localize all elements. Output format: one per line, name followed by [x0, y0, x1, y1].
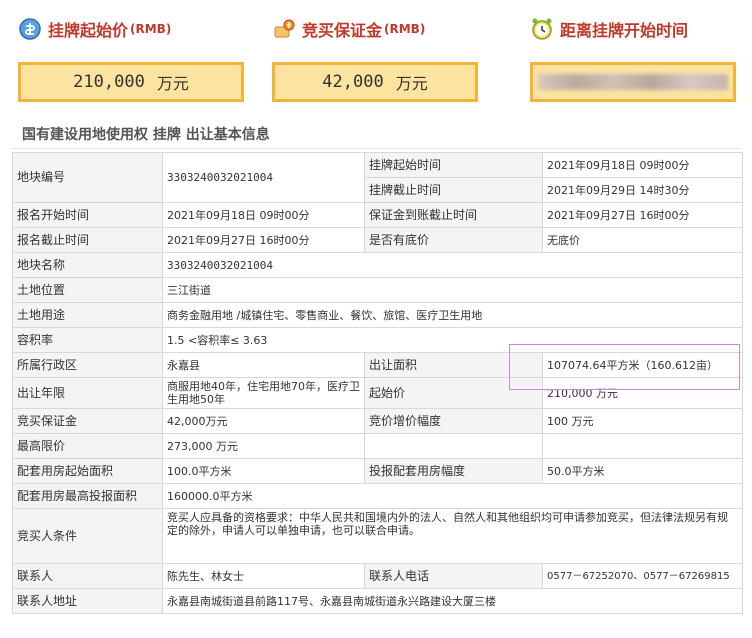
- district-value: 永嘉县: [162, 352, 365, 378]
- increment-value: 100 万元: [542, 408, 743, 434]
- usage-label: 土地用途: [12, 302, 163, 328]
- listing-start-value: 2021年09月18日 09时00分: [542, 152, 743, 178]
- reg-start-label: 报名开始时间: [12, 202, 163, 228]
- phone-value: 0577－67252070、0577－67269815: [542, 563, 743, 589]
- location-label: 土地位置: [12, 277, 163, 303]
- housing-max-label: 配套用房最高投报面积: [12, 483, 163, 509]
- contact-label: 联系人: [12, 563, 163, 589]
- empty-cell: [364, 433, 543, 459]
- phone-label: 联系人电话: [364, 563, 543, 589]
- reg-end-label: 报名截止时间: [12, 227, 163, 253]
- table-row: 地块名称 3303240032021004: [12, 252, 743, 278]
- area-value: 107074.64平方米（160.612亩）: [542, 352, 743, 378]
- listing-start-label: 挂牌起始时间: [364, 152, 543, 178]
- countdown-title: 距离挂牌开始时间: [560, 21, 689, 40]
- reserve-value: 无底价: [542, 227, 743, 253]
- starting-price-title-row: 挂牌起始价 (RMB): [18, 16, 244, 42]
- bid-deposit-title-row: 竞买保证金 (RMB): [272, 16, 478, 42]
- summary-cards: 挂牌起始价 (RMB) 210,000 万元 竞买保证金 (RMB) 42,00…: [0, 0, 752, 120]
- deposit-deadline-label: 保证金到账截止时间: [364, 202, 543, 228]
- starting-price-box: 210,000 万元: [18, 62, 244, 102]
- parcel-no-value: 3303240032021004: [162, 152, 365, 203]
- bid-deposit-card: 竞买保证金 (RMB) 42,000 万元: [272, 16, 478, 102]
- table-row: 地块编号 3303240032021004 挂牌起始时间 2021年09月18日…: [12, 152, 743, 203]
- empty-cell: [542, 433, 743, 459]
- starting-price-card: 挂牌起始价 (RMB) 210,000 万元: [18, 16, 244, 102]
- term-label: 出让年限: [12, 377, 163, 409]
- bid-deposit-unit: 万元: [395, 74, 428, 93]
- deposit-icon: [272, 17, 296, 41]
- table-row: 最高限价 273,000 万元: [12, 433, 743, 459]
- table-row: 报名开始时间 2021年09月18日 09时00分 保证金到账截止时间 2021…: [12, 202, 743, 228]
- address-value: 永嘉县南城街道县前路117号、永嘉县南城街道永兴路建设大厦三楼: [162, 588, 743, 614]
- far-value: 1.5 <容积率≤ 3.63: [162, 327, 743, 353]
- bidder-cond-label: 竞买人条件: [12, 508, 163, 564]
- usage-value: 商务金融用地 /城镇住宅、零售商业、餐饮、旅馆、医疗卫生用地: [162, 302, 743, 328]
- table-row: 配套用房最高投报面积 160000.0平方米: [12, 483, 743, 509]
- table-row: 容积率 1.5 <容积率≤ 3.63: [12, 327, 743, 353]
- max-price-value: 273,000 万元: [162, 433, 365, 459]
- housing-incr-label: 投报配套用房幅度: [364, 458, 543, 484]
- land-info-table: 地块编号 3303240032021004 挂牌起始时间 2021年09月18日…: [12, 152, 743, 614]
- bid-deposit-box: 42,000 万元: [272, 62, 478, 102]
- table-row: 联系人 陈先生、林女士 联系人电话 0577－67252070、0577－672…: [12, 563, 743, 589]
- reg-start-value: 2021年09月18日 09时00分: [162, 202, 365, 228]
- table-row: 出让年限 商服用地40年，住宅用地70年，医疗卫生用地50年 起始价 210,0…: [12, 377, 743, 409]
- table-row: 土地位置 三江街道: [12, 277, 743, 303]
- bid-deposit-value: 42,000: [322, 72, 384, 92]
- housing-start-value: 100.0平方米: [162, 458, 365, 484]
- table-row: 所属行政区 永嘉县 出让面积 107074.64平方米（160.612亩）: [12, 352, 743, 378]
- parcel-name-label: 地块名称: [12, 252, 163, 278]
- section-title: 国有建设用地使用权 挂牌 出让基本信息: [22, 127, 270, 143]
- bid-deposit-unit-tag: (RMB): [384, 22, 426, 36]
- start-price-value: 210,000 万元: [542, 377, 743, 409]
- listing-end-label: 挂牌截止时间: [364, 177, 543, 203]
- address-label: 联系人地址: [12, 588, 163, 614]
- countdown-title-row: 距离挂牌开始时间: [530, 16, 736, 42]
- contact-value: 陈先生、林女士: [162, 563, 365, 589]
- reg-end-value: 2021年09月27日 16时00分: [162, 227, 365, 253]
- bid-deposit-label: 竞买保证金: [12, 408, 163, 434]
- table-row: 竞买保证金 42,000万元 竞价增价幅度 100 万元: [12, 408, 743, 434]
- table-row: 联系人地址 永嘉县南城街道县前路117号、永嘉县南城街道永兴路建设大厦三楼: [12, 588, 743, 614]
- bid-deposit-table-value: 42,000万元: [162, 408, 365, 434]
- countdown-card: 距离挂牌开始时间: [530, 16, 736, 102]
- deposit-deadline-value: 2021年09月27日 16时00分: [542, 202, 743, 228]
- housing-start-label: 配套用房起始面积: [12, 458, 163, 484]
- section-divider: [12, 148, 740, 149]
- alarm-clock-icon: [530, 17, 554, 41]
- max-price-label: 最高限价: [12, 433, 163, 459]
- price-tag-icon: [18, 17, 42, 41]
- housing-max-value: 160000.0平方米: [162, 483, 743, 509]
- area-label: 出让面积: [364, 352, 543, 378]
- table-row: 土地用途 商务金融用地 /城镇住宅、零售商业、餐饮、旅馆、医疗卫生用地: [12, 302, 743, 328]
- listing-end-value: 2021年09月29日 14时30分: [542, 177, 743, 203]
- parcel-name-value: 3303240032021004: [162, 252, 743, 278]
- district-label: 所属行政区: [12, 352, 163, 378]
- starting-price-title: 挂牌起始价: [48, 21, 129, 40]
- location-value: 三江街道: [162, 277, 743, 303]
- increment-label: 竞价增价幅度: [364, 408, 543, 434]
- starting-price-unit-tag: (RMB): [130, 22, 172, 36]
- table-row: 竞买人条件 竞买人应具备的资格要求：中华人民共和国境内外的法人、自然人和其他组织…: [12, 508, 743, 564]
- countdown-blurred-value: [538, 74, 728, 90]
- parcel-no-label: 地块编号: [12, 152, 163, 203]
- housing-incr-value: 50.0平方米: [542, 458, 743, 484]
- term-value: 商服用地40年，住宅用地70年，医疗卫生用地50年: [162, 377, 365, 409]
- countdown-box: [530, 62, 736, 102]
- start-price-label: 起始价: [364, 377, 543, 409]
- bid-deposit-title: 竞买保证金: [302, 21, 383, 40]
- starting-price-unit: 万元: [156, 74, 189, 93]
- reserve-label: 是否有底价: [364, 227, 543, 253]
- bidder-cond-value: 竞买人应具备的资格要求：中华人民共和国境内外的法人、自然人和其他组织均可申请参加…: [162, 508, 743, 564]
- table-row: 报名截止时间 2021年09月27日 16时00分 是否有底价 无底价: [12, 227, 743, 253]
- starting-price-value: 210,000: [73, 72, 145, 92]
- far-label: 容积率: [12, 327, 163, 353]
- table-row: 配套用房起始面积 100.0平方米 投报配套用房幅度 50.0平方米: [12, 458, 743, 484]
